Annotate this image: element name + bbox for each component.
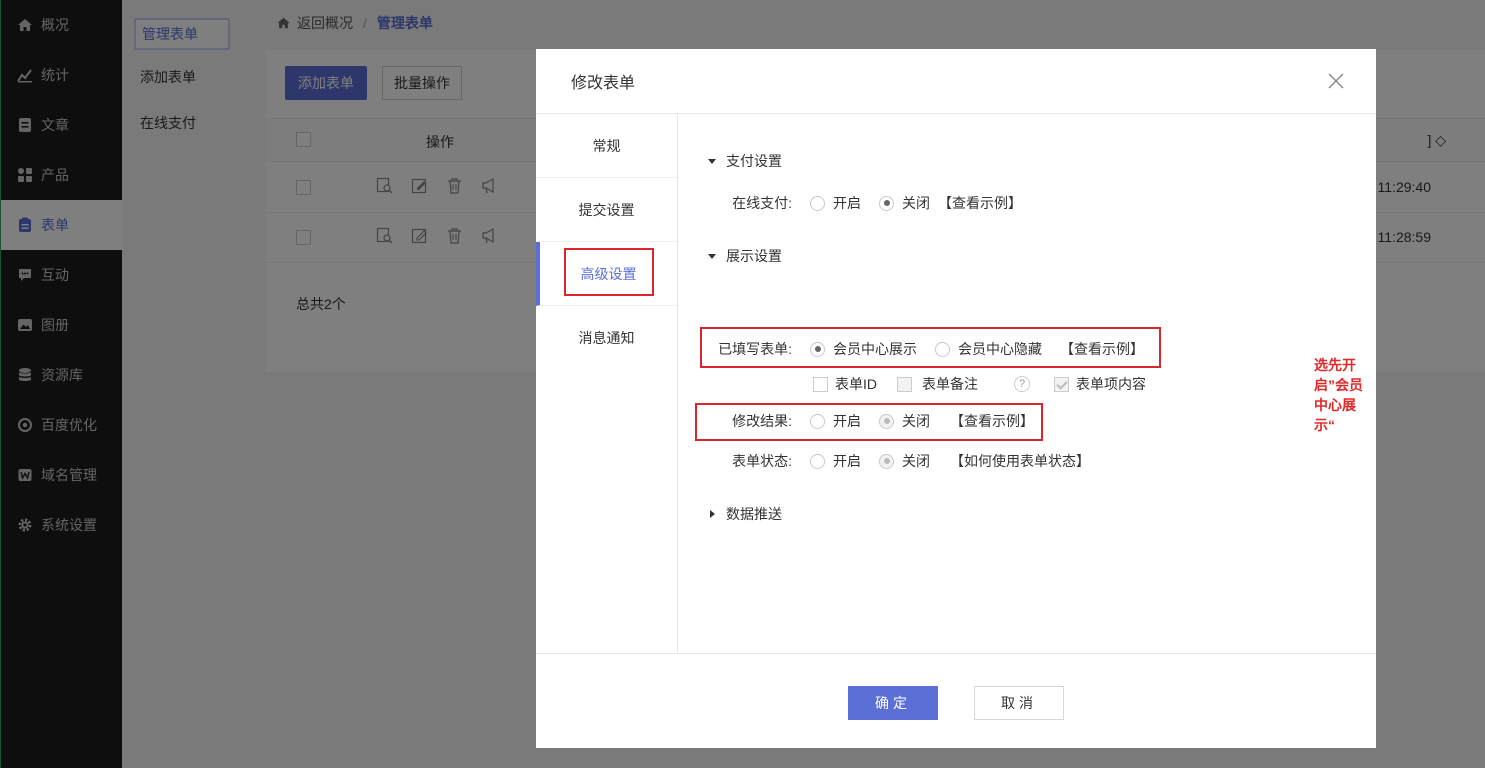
- status-on-radio[interactable]: 开启: [810, 451, 861, 471]
- field-id-checkbox[interactable]: 表单ID: [813, 374, 877, 394]
- field-label: 表单状态:: [732, 453, 792, 469]
- option-label: 会员中心隐藏: [958, 341, 1042, 357]
- field-label: 已填写表单:: [718, 341, 792, 357]
- online-pay-on-radio[interactable]: 开启: [810, 193, 861, 213]
- help-icon[interactable]: ?: [1014, 376, 1030, 392]
- option-label: 关闭: [902, 413, 930, 429]
- caret-right-icon: [710, 510, 715, 518]
- annotation-note: 选先开启”会员中心展示“: [1314, 357, 1363, 433]
- modal-header: 修改表单: [536, 49, 1376, 114]
- modify-result-row: 修改结果: 开启 关闭 【查看示例】: [678, 410, 1034, 432]
- option-label: 会员中心展示: [833, 341, 917, 357]
- tab-submit-settings[interactable]: 提交设置: [536, 178, 677, 242]
- modal-footer: 确定 取消: [536, 653, 1376, 748]
- caret-down-icon: [708, 158, 716, 164]
- modify-off-radio[interactable]: 关闭: [879, 411, 930, 431]
- online-pay-row: 在线支付: 开启 关闭 【查看示例】: [678, 192, 1022, 214]
- form-status-row: 表单状态: 开启 关闭 【如何使用表单状态】: [678, 450, 1090, 472]
- section-pay-settings[interactable]: 支付设置: [708, 151, 782, 171]
- option-label: 表单项内容: [1076, 376, 1146, 392]
- section-title: 支付设置: [726, 153, 782, 169]
- cancel-button[interactable]: 取消: [974, 686, 1064, 720]
- modify-on-radio[interactable]: 开启: [810, 411, 861, 431]
- filled-form-row: 已填写表单: 会员中心展示 会员中心隐藏 【查看示例】: [678, 338, 1144, 360]
- tab-notifications[interactable]: 消息通知: [536, 306, 677, 370]
- option-label: 表单备注: [922, 376, 978, 392]
- example-link[interactable]: 【查看示例】: [938, 193, 1022, 213]
- section-title: 数据推送: [726, 506, 782, 522]
- modal-body: 支付设置 在线支付: 开启 关闭 【查看示例】 展示设置 已填写表单: 会员中心…: [678, 114, 1376, 654]
- section-title: 展示设置: [726, 248, 782, 264]
- field-content-checkbox[interactable]: 表单项内容: [1054, 374, 1146, 394]
- modal-tabs: 常规 提交设置 高级设置 消息通知: [536, 114, 678, 654]
- field-label: 修改结果:: [732, 413, 792, 429]
- status-off-radio[interactable]: 关闭: [879, 451, 930, 471]
- member-center-hide-radio[interactable]: 会员中心隐藏: [935, 339, 1042, 359]
- tab-label: 常规: [592, 137, 621, 154]
- option-label: 表单ID: [835, 376, 877, 392]
- option-label: 关闭: [902, 195, 930, 211]
- example-link[interactable]: 【查看示例】: [1060, 339, 1144, 359]
- example-link[interactable]: 【查看示例】: [950, 411, 1034, 431]
- field-remark-checkbox[interactable]: 表单备注: [897, 374, 978, 394]
- tab-advanced-settings[interactable]: 高级设置: [536, 242, 677, 306]
- edit-form-modal: 修改表单 常规 提交设置 高级设置 消息通知 支付设置 在线支付: 开启 关闭 …: [536, 49, 1376, 748]
- caret-down-icon: [708, 253, 716, 259]
- option-label: 开启: [833, 453, 861, 469]
- member-center-show-radio[interactable]: 会员中心展示: [810, 339, 917, 359]
- confirm-button[interactable]: 确定: [848, 686, 938, 720]
- option-label: 开启: [833, 413, 861, 429]
- tab-label: 消息通知: [578, 330, 635, 346]
- section-display-settings[interactable]: 展示设置: [708, 246, 782, 266]
- display-fields-row: 表单ID 表单备注 ? 表单项内容: [813, 373, 1164, 395]
- field-label: 在线支付:: [732, 195, 792, 211]
- highlight-box: [564, 248, 654, 296]
- tab-general[interactable]: 常规: [536, 114, 677, 178]
- close-icon[interactable]: [1326, 71, 1346, 91]
- section-data-push[interactable]: 数据推送: [708, 504, 782, 524]
- option-label: 关闭: [902, 453, 930, 469]
- online-pay-off-radio[interactable]: 关闭: [879, 193, 930, 213]
- form-status-help-link[interactable]: 【如何使用表单状态】: [950, 451, 1090, 471]
- modal-title: 修改表单: [571, 75, 636, 92]
- tab-label: 提交设置: [578, 201, 635, 218]
- option-label: 开启: [833, 195, 861, 211]
